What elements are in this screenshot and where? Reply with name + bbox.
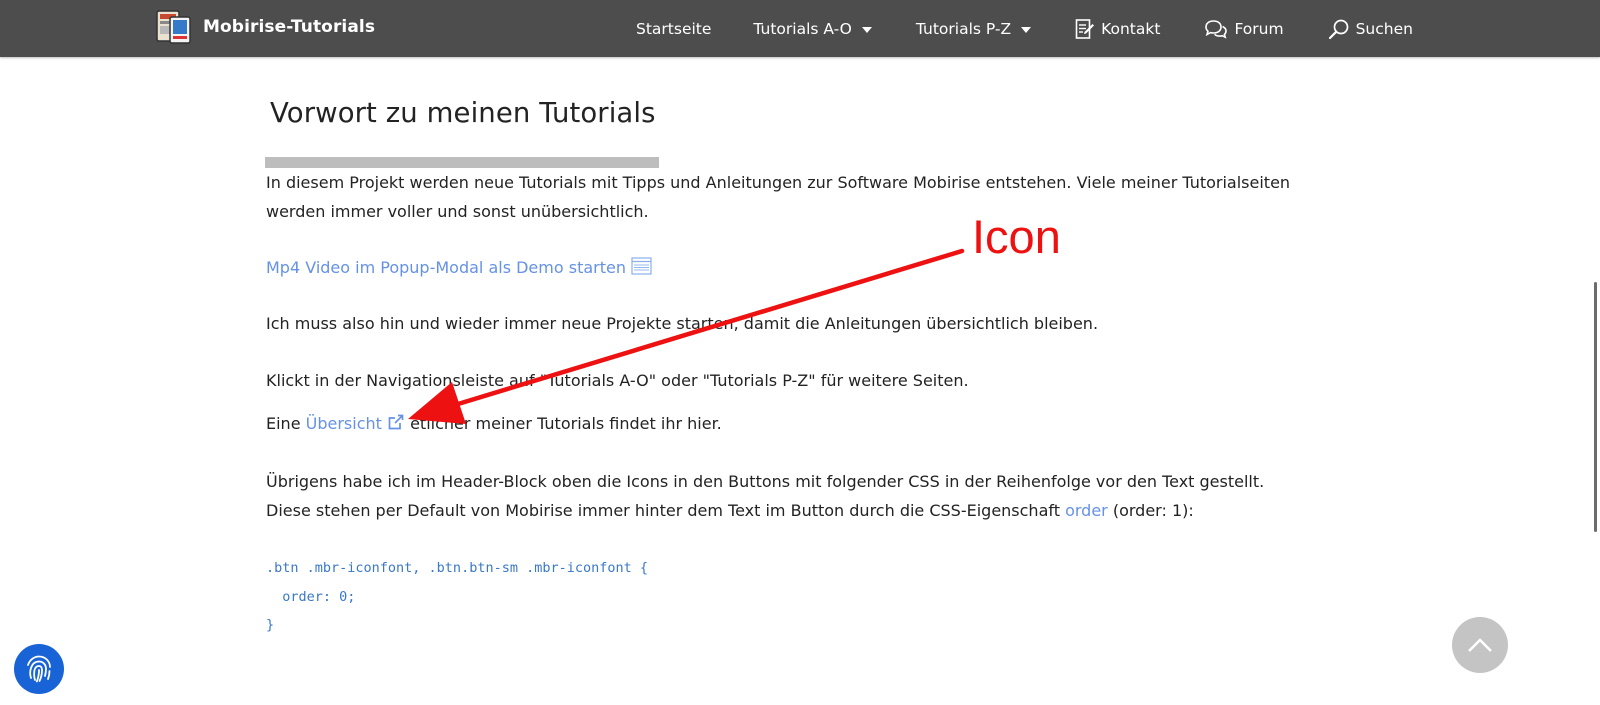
projects-paragraph: Ich muss also hin und wieder immer neue …: [266, 314, 1099, 333]
nav-item-label: Tutorials P-Z: [915, 19, 1012, 38]
caret-down-icon: [861, 26, 872, 33]
overview-link-text: Übersicht: [305, 414, 382, 433]
brand-logo-icon: [156, 9, 194, 45]
nav-item-kontakt[interactable]: Kontakt: [1075, 18, 1160, 40]
chat-bubbles-icon: [1205, 19, 1228, 39]
intro-line-1: In diesem Projekt werden neue Tutorials …: [266, 173, 1291, 192]
intro-line-2: werden immer voller und sonst unübersich…: [266, 202, 649, 221]
css-order-line-1: Übrigens habe ich im Header-Block oben d…: [266, 472, 1265, 491]
video-demo-link[interactable]: Mp4 Video im Popup-Modal als Demo starte…: [266, 257, 652, 277]
code-line-1: .btn .mbr-iconfont, .btn.btn-sm .mbr-ico…: [266, 560, 649, 576]
code-line-3: }: [266, 617, 275, 633]
order-link[interactable]: order: [1065, 501, 1108, 520]
nav-item-label: Forum: [1234, 19, 1284, 38]
css-order-paragraph: Übrigens habe ich im Header-Block oben d…: [266, 467, 1264, 525]
fingerprint-icon: [27, 655, 51, 683]
css-order-line-2: Diese stehen per Default von Mobirise im…: [266, 501, 1066, 520]
overview-link[interactable]: Übersicht: [306, 414, 405, 433]
video-paragraph: Mp4 Video im Popup-Modal als Demo starte…: [266, 253, 652, 282]
nav-item-tutorials-a-o[interactable]: Tutorials A-O: [753, 19, 872, 38]
scroll-to-top-button[interactable]: [1452, 617, 1508, 673]
css-order-line-2-end: (order: 1):: [1107, 501, 1194, 520]
css-code-block: .btn .mbr-iconfont, .btn.btn-sm .mbr-ico…: [266, 554, 648, 640]
privacy-settings-button[interactable]: [14, 644, 64, 694]
nav-item-label: Kontakt: [1101, 19, 1161, 38]
external-link-icon: [388, 414, 404, 430]
navigation-paragraph: Klickt in der Navigationsleiste auf "Tut…: [266, 371, 969, 390]
nav-item-suchen[interactable]: Suchen: [1328, 18, 1413, 40]
page-scrollbar[interactable]: [1594, 282, 1597, 532]
annotation-label: Icon: [972, 210, 1061, 263]
code-line-2: order: 0;: [266, 588, 356, 605]
annotation-arrow-icon: [408, 248, 965, 424]
window-icon: [631, 257, 652, 275]
nav-item-startseite[interactable]: Startseite: [636, 20, 711, 38]
brand-link[interactable]: Mobirise-Tutorials: [156, 8, 375, 46]
caret-down-icon: [1021, 26, 1032, 33]
brand-name: Mobirise-Tutorials: [203, 17, 376, 37]
overview-text-after: etlicher meiner Tutorials findet ihr hie…: [405, 414, 722, 433]
nav-item-forum[interactable]: Forum: [1204, 19, 1284, 39]
top-navbar: Mobirise-Tutorials Startseite Tutorials …: [0, 0, 1600, 57]
nav-item-label: Tutorials A-O: [753, 19, 852, 38]
overview-paragraph: Eine Übersicht etlicher meiner Tutorials…: [266, 409, 722, 438]
nav-item-label: Startseite: [636, 19, 712, 38]
intro-paragraph: In diesem Projekt werden neue Tutorials …: [266, 168, 1290, 226]
edit-icon: [1075, 18, 1095, 39]
heading-underline-bar: [265, 157, 659, 168]
nav-item-label: Suchen: [1355, 19, 1413, 38]
overview-text-before: Eine: [266, 414, 306, 433]
heading-block: Vorwort zu meinen Tutorials: [265, 97, 659, 168]
nav-menu: Startseite Tutorials A-O Tutorials P-Z K…: [636, 0, 1413, 57]
search-icon: [1328, 19, 1348, 39]
chevron-up-icon: [1468, 638, 1492, 652]
page-title: Vorwort zu meinen Tutorials: [270, 97, 656, 129]
nav-item-tutorials-p-z[interactable]: Tutorials P-Z: [915, 19, 1032, 38]
video-demo-link-text: Mp4 Video im Popup-Modal als Demo starte…: [266, 258, 626, 277]
